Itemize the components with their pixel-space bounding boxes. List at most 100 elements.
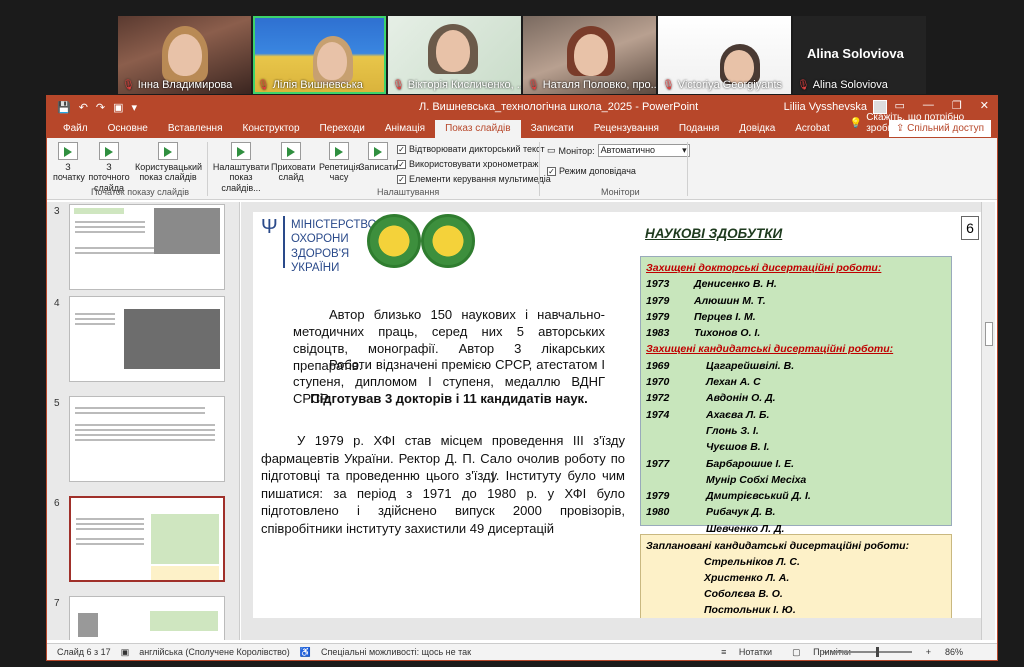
tab-slide-show[interactable]: Показ слайдів: [435, 120, 521, 138]
setup-show-button[interactable]: Налаштувати показ слайдів...: [211, 142, 271, 193]
share-button[interactable]: ⇪ Спільний доступ: [888, 120, 991, 137]
customize-toolbar-icon[interactable]: ▾: [132, 101, 138, 114]
list-item: 1977 Барбарошие І. Е.: [646, 457, 795, 470]
redo-icon[interactable]: ↷: [96, 101, 105, 114]
save-icon[interactable]: 💾: [57, 101, 71, 114]
tab-file[interactable]: Файл: [53, 120, 98, 138]
mic-muted-icon: 🎙: [662, 79, 675, 91]
thumb-text: [76, 543, 144, 545]
separator: [539, 142, 540, 196]
tab-design[interactable]: Конструктор: [233, 120, 310, 138]
monitor-dropdown[interactable]: Автоматично: [597, 144, 690, 157]
start-show-icon[interactable]: ▣: [113, 101, 123, 114]
list-item: Постольник І. Ю.: [704, 604, 796, 616]
participant-tile[interactable]: 🎙 Інна Владимирова: [118, 16, 251, 94]
media-controls-checkbox[interactable]: ✓ Елементи керування мультимедіа: [397, 174, 551, 184]
slide-thumbnail[interactable]: [69, 396, 225, 482]
thumb-text: [75, 313, 115, 315]
slide-thumbnail[interactable]: [69, 296, 225, 382]
participant-name: Лілія Вишневська: [272, 79, 363, 91]
list-item: 1983 Тихонов О. І.: [646, 327, 761, 340]
group-label: Налаштування: [377, 187, 440, 197]
thumbnail-number: 4: [54, 298, 60, 309]
tab-home[interactable]: Основне: [98, 120, 158, 138]
vertical-scrollbar[interactable]: [981, 202, 995, 640]
monitor-select[interactable]: ▭ Монітор: Автоматично: [547, 144, 690, 157]
slide-thumbnail-selected[interactable]: [69, 496, 225, 582]
slide-thumbnail[interactable]: [69, 596, 225, 640]
list-item: 1980 Рибачук Д. В.: [646, 506, 776, 519]
slide-thumbnail[interactable]: [69, 204, 225, 290]
tab-transitions[interactable]: Переходи: [310, 120, 375, 138]
spellcheck-icon[interactable]: ▣: [121, 647, 130, 658]
share-icon: ⇪: [895, 123, 908, 134]
zoom-level[interactable]: 86%: [945, 647, 963, 657]
tab-acrobat[interactable]: Acrobat: [785, 120, 839, 138]
from-beginning-button[interactable]: З початку: [53, 142, 85, 183]
thumb-header: [74, 208, 124, 214]
group-label: Монітори: [601, 187, 640, 197]
tab-record[interactable]: Записати: [521, 120, 584, 138]
participant-name: Вікторія Кисличенко, ...: [407, 79, 521, 91]
thumb-photo: [154, 208, 220, 254]
paragraph-bold: Підготував 3 докторів і 11 кандидатів на…: [310, 391, 588, 406]
participant-tile[interactable]: Alina Soloviova 🎙 Alina Soloviova: [793, 16, 926, 94]
undo-icon[interactable]: ↶: [79, 101, 88, 114]
accessibility-icon: ♿: [299, 646, 311, 657]
zoom-out-icon[interactable]: −: [822, 647, 827, 657]
button-label: Налаштувати показ слайдів...: [212, 162, 270, 193]
tab-animations[interactable]: Анімація: [375, 120, 435, 138]
record-icon: [368, 142, 388, 160]
rehearse-timings-button[interactable]: Репетиція часу: [319, 142, 360, 183]
separator: [687, 142, 688, 196]
thumb-text: [75, 231, 145, 233]
tab-view[interactable]: Подання: [669, 120, 729, 138]
status-bar: Слайд 6 з 17 ▣ англійська (Сполучене Кор…: [47, 643, 997, 660]
hide-slide-icon: [281, 142, 301, 160]
participant-name: Alina Soloviova: [812, 79, 888, 91]
thumb-text: [75, 439, 215, 441]
tab-review[interactable]: Рецензування: [584, 120, 669, 138]
hide-slide-button[interactable]: Приховати слайд: [271, 142, 316, 183]
planned-dissertations-box: Заплановані кандидатські дисертаційні ро…: [640, 534, 952, 618]
doctor-title: Захищені докторські дисертаційні роботи:: [646, 262, 882, 274]
participant-tile[interactable]: 🎙 Наталя Половко, про...: [523, 16, 656, 94]
list-item: 1974 Ахаєва Л. Б.: [646, 408, 770, 421]
language-indicator[interactable]: англійська (Сполучене Королівство): [139, 647, 290, 657]
notes-button[interactable]: ≡ Нотатки: [711, 647, 772, 657]
ministry-line: УКРАЇНИ: [291, 262, 340, 275]
scroll-thumb[interactable]: [985, 322, 993, 346]
record-button[interactable]: Записати: [359, 142, 398, 172]
accessibility-status[interactable]: Спеціальні можливості: щось не так: [321, 647, 471, 657]
checkbox-label: Режим доповідача: [559, 166, 636, 176]
separator: [207, 142, 208, 196]
ribbon-slide-show: З початку З поточного слайда Користуваць…: [47, 138, 997, 200]
custom-show-button[interactable]: Користувацький показ слайдів: [135, 142, 203, 183]
narration-checkbox[interactable]: ✓ Відтворювати дикторський текст: [397, 144, 545, 154]
tab-help[interactable]: Довідка: [729, 120, 785, 138]
candidate-title: Захищені кандидатські дисертаційні робот…: [646, 343, 894, 356]
participant-tile[interactable]: 🎙 Victoriya Georgiyants: [658, 16, 791, 94]
lightbulb-icon: 💡: [849, 117, 863, 129]
thumb-text: [75, 424, 215, 426]
presenter-view-checkbox[interactable]: ✓ Режим доповідача: [547, 166, 636, 176]
participant-tile[interactable]: 🎙 Вікторія Кисличенко, ...: [388, 16, 521, 94]
button-label: Приховати слайд: [271, 162, 316, 183]
thumb-text: [76, 528, 144, 530]
zoom-slider[interactable]: [831, 647, 912, 657]
list-item: 1969 Цагарейшвілі. В.: [646, 359, 795, 372]
thumb-text: [75, 412, 205, 414]
button-label: Користувацький показ слайдів: [135, 162, 203, 183]
checkbox-label: Використовувати хронометраж: [409, 159, 539, 169]
list-item: 1973 Денисенко В. Н.: [646, 278, 777, 291]
from-current-button[interactable]: З поточного слайда: [85, 142, 133, 193]
timings-checkbox[interactable]: ✓ Використовувати хронометраж: [397, 159, 538, 169]
list-item: Чуєшов В. І.: [706, 441, 770, 454]
current-slide[interactable]: Ψ МІНІСТЕРСТВО ОХОРОНИ ЗДОРОВ'Я УКРАЇНИ …: [253, 212, 986, 618]
zoom-in-icon[interactable]: +: [926, 647, 931, 657]
tab-insert[interactable]: Вставлення: [158, 120, 233, 138]
participant-tile-active[interactable]: 🎙 Лілія Вишневська: [253, 16, 386, 94]
participant-name: Victoriya Georgiyants: [677, 79, 783, 91]
button-label: Записати: [359, 162, 398, 172]
thumb-text: [75, 221, 145, 223]
